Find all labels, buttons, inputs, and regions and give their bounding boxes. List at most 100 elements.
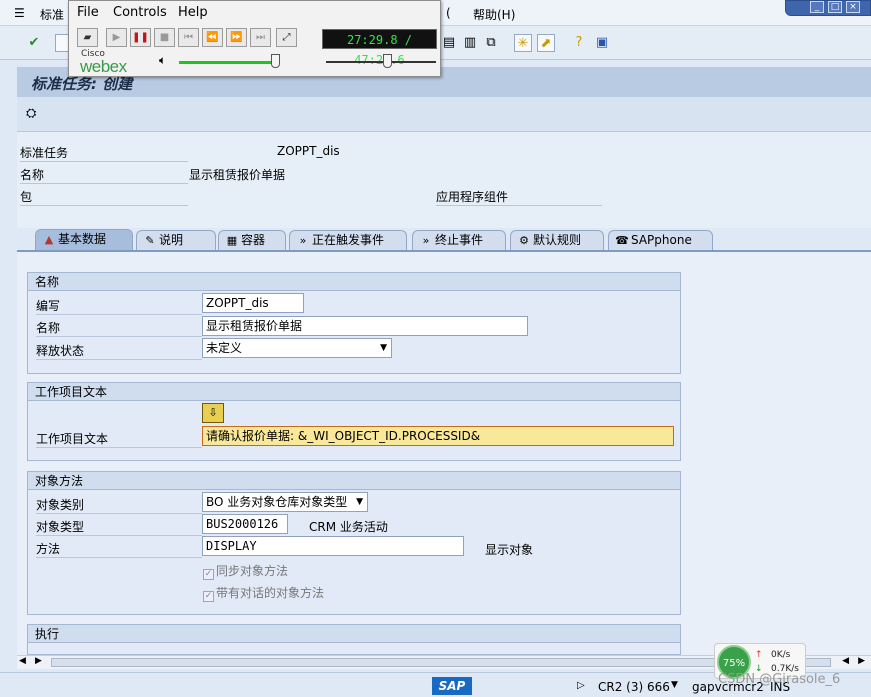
- container-icon: ▦: [226, 234, 238, 247]
- scroll-right-icon[interactable]: ▶: [35, 656, 42, 666]
- skip-start-icon[interactable]: ⏮: [178, 28, 199, 47]
- rewind-icon[interactable]: ⏪: [202, 28, 223, 47]
- method-label: 方法: [36, 540, 202, 558]
- webex-logo: webex: [80, 57, 127, 76]
- method-field[interactable]: DISPLAY: [202, 536, 464, 556]
- webex-menu-bar: File Controls Help: [69, 1, 440, 23]
- open-folder-icon[interactable]: ▰: [77, 28, 98, 47]
- task-label: 标准任务: [20, 144, 188, 162]
- tab-label: 默认规则: [533, 233, 582, 247]
- abbr-field[interactable]: ZOPPT_dis: [202, 293, 304, 313]
- tab-triggering-events[interactable]: » 正在触发事件: [289, 230, 407, 250]
- group-execution: 执行: [27, 624, 681, 655]
- tab-sapphone[interactable]: ☎ SAPphone: [608, 230, 713, 250]
- sync-method-checkbox[interactable]: ✓ 同步对象方法: [203, 562, 288, 580]
- sapphone-icon: ☎: [615, 234, 629, 247]
- minimize-icon[interactable]: _: [810, 1, 824, 13]
- volume-thumb[interactable]: [271, 54, 280, 68]
- skip-end-icon[interactable]: ⏭: [250, 28, 271, 47]
- task-value: ZOPPT_dis: [277, 144, 340, 158]
- fast-forward-icon[interactable]: ⏩: [226, 28, 247, 47]
- volume-slider[interactable]: [179, 61, 274, 64]
- playback-time: 27:29.8 / 47:20.6: [322, 29, 437, 67]
- menu-item-partial[interactable]: (: [446, 6, 451, 20]
- status-expand-icon[interactable]: ▷: [577, 680, 585, 691]
- tab-terminating-events[interactable]: » 终止事件: [412, 230, 506, 250]
- display-change-icon[interactable]: ⛭: [26, 106, 36, 121]
- close-icon[interactable]: ×: [846, 1, 860, 13]
- sync-method-label: 同步对象方法: [216, 564, 289, 578]
- play-icon[interactable]: ▶: [106, 28, 127, 47]
- group-workitem-text: 工作项目文本: [27, 382, 681, 461]
- workitem-text-label: 工作项目文本: [36, 430, 202, 448]
- menu-item-help[interactable]: 帮助(H): [473, 6, 515, 23]
- object-type-field[interactable]: BUS2000126: [202, 514, 288, 534]
- webex-menu-controls[interactable]: Controls: [113, 5, 167, 20]
- default-rules-icon: ⚙: [519, 234, 529, 247]
- pause-icon[interactable]: ❚❚: [130, 28, 151, 47]
- enter-icon[interactable]: ✔: [25, 34, 43, 52]
- tab-label: 终止事件: [435, 233, 484, 247]
- name-label: 名称: [20, 166, 188, 184]
- tab-label: 基本数据: [58, 232, 107, 246]
- command-field[interactable]: [55, 34, 69, 52]
- webex-menu-file[interactable]: File: [77, 5, 99, 20]
- layout-menu-icon[interactable]: ▣: [593, 34, 611, 52]
- scroll-left-icon[interactable]: ◀: [19, 656, 26, 666]
- name-value: 显示租赁报价单据: [189, 168, 286, 182]
- tab-container[interactable]: ▦ 容器: [218, 230, 286, 250]
- webex-menu-help[interactable]: Help: [178, 5, 208, 20]
- volume-icon[interactable]: 🔈︎: [159, 53, 166, 68]
- stop-icon[interactable]: ■: [154, 28, 175, 47]
- tab-label: 容器: [241, 233, 266, 247]
- object-category-dropdown[interactable]: BO 业务对象仓库对象类型 ▼: [202, 492, 368, 512]
- object-category-value: BO 业务对象仓库对象类型: [206, 495, 348, 509]
- object-type-description: CRM 业务活动: [309, 520, 388, 534]
- tab-label: 说明: [159, 233, 184, 247]
- object-type-label: 对象类型: [36, 518, 202, 536]
- scroll-left-end-icon[interactable]: ◀: [842, 656, 849, 666]
- method-description: 显示对象: [485, 543, 534, 557]
- help-icon[interactable]: ?: [570, 34, 588, 52]
- system-info: CR2 (3) 666: [598, 680, 670, 694]
- insert-expression-icon[interactable]: ⇩: [202, 403, 224, 423]
- tab-label: 正在触发事件: [312, 233, 385, 247]
- tab-default-rules[interactable]: ⚙ 默认规则: [510, 230, 604, 250]
- dialog-method-checkbox[interactable]: ✓ 带有对话的对象方法: [203, 584, 324, 602]
- group-title: 名称: [28, 273, 680, 291]
- upload-speed: 0K/s: [771, 650, 791, 660]
- find-next-icon[interactable]: ▥: [461, 34, 479, 52]
- seek-slider[interactable]: [326, 61, 436, 63]
- release-status-label: 释放状态: [36, 342, 202, 360]
- tab-label: SAPphone: [631, 233, 692, 247]
- chevron-down-icon[interactable]: ▼: [671, 680, 678, 690]
- chevron-down-icon: ▼: [380, 343, 387, 353]
- menu-item-standard[interactable]: 标准: [40, 6, 64, 23]
- find-icon[interactable]: ▤: [440, 34, 458, 52]
- seek-thumb[interactable]: [383, 54, 392, 68]
- first-page-icon[interactable]: ⧉: [482, 34, 500, 52]
- dialog-method-label: 带有对话的对象方法: [216, 586, 325, 600]
- package-label: 包: [20, 188, 188, 206]
- menu-icon[interactable]: ☰: [14, 6, 25, 20]
- workitem-text-field[interactable]: 请确认报价单据: &_WI_OBJECT_ID.PROCESSID&: [202, 426, 674, 446]
- shortcut-icon[interactable]: ⬈: [537, 34, 555, 52]
- name-field[interactable]: 显示租赁报价单据: [202, 316, 528, 336]
- group-title: 对象方法: [28, 472, 680, 490]
- tab-basic-data[interactable]: ▲ 基本数据: [35, 229, 133, 250]
- create-session-icon[interactable]: ✳: [514, 34, 532, 52]
- object-category-label: 对象类别: [36, 496, 202, 514]
- group-title: 执行: [28, 625, 680, 643]
- tab-description[interactable]: ✎ 说明: [136, 230, 216, 250]
- chevron-down-icon: ▼: [356, 497, 363, 507]
- fullscreen-icon[interactable]: ⤢: [276, 28, 297, 47]
- maximize-icon[interactable]: □: [828, 1, 842, 13]
- description-icon: ✎: [145, 234, 155, 247]
- sap-logo: SAP: [432, 677, 472, 695]
- release-status-dropdown[interactable]: 未定义 ▼: [202, 338, 392, 358]
- webex-player: File Controls Help ▰ ▶ ❚❚ ■ ⏮ ⏪ ⏩ ⏭ ⤢ 27…: [68, 0, 441, 77]
- abbr-label: 编写: [36, 297, 202, 315]
- checkbox-checked-icon: ✓: [203, 591, 214, 602]
- basic-data-icon: ▲: [44, 233, 54, 246]
- scroll-right-end-icon[interactable]: ▶: [858, 656, 865, 666]
